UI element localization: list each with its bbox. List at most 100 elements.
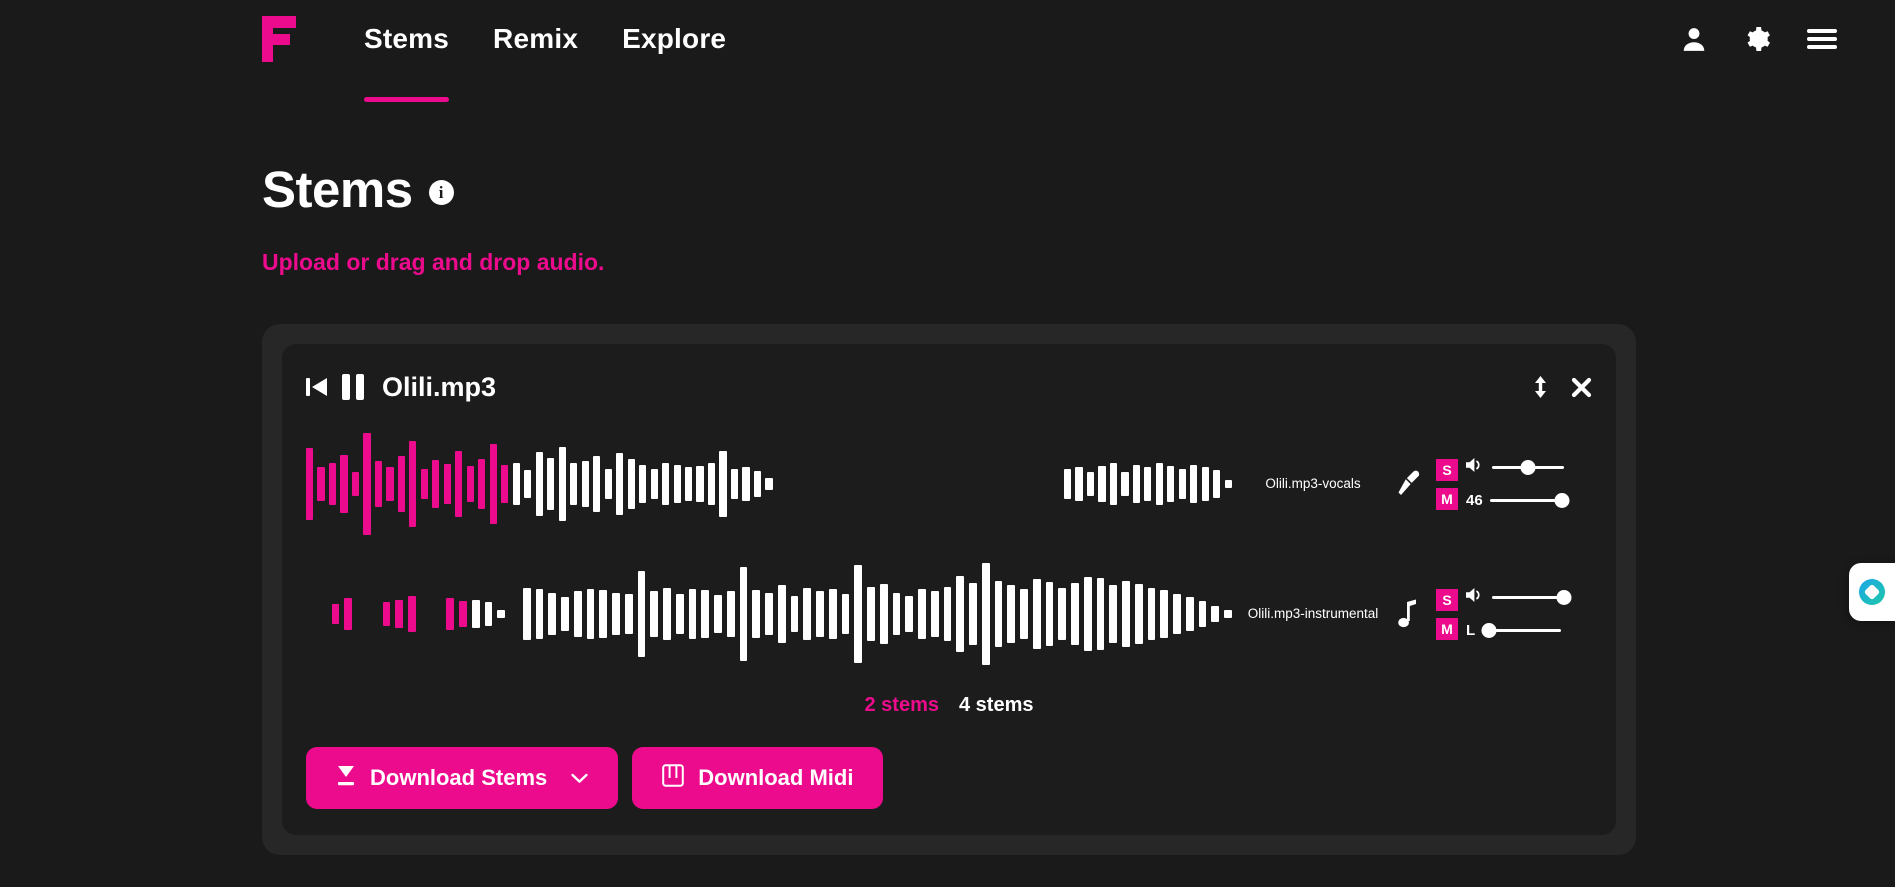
waveform-bar: [1071, 582, 1079, 646]
waveform-bar: [739, 567, 748, 661]
waveform-bar: [663, 587, 671, 641]
stem-count-option-2[interactable]: 2 stems: [865, 694, 940, 717]
info-icon[interactable]: i: [428, 180, 454, 205]
waveform-bar: [905, 596, 914, 632]
waveform-bar: [573, 591, 582, 637]
waveform-bar: [593, 456, 601, 512]
user-icon[interactable]: [1681, 25, 1707, 53]
hamburger-menu-icon[interactable]: [1807, 27, 1837, 51]
waveform-bar: [1167, 465, 1175, 503]
waveform-bar: [918, 588, 926, 640]
nav-label-explore: Explore: [622, 23, 727, 54]
upload-dropzone-text[interactable]: Upload or drag and drop audio.: [262, 249, 1895, 276]
waveform-bar: [1213, 470, 1221, 498]
gear-icon[interactable]: [1743, 25, 1771, 53]
download-stems-button[interactable]: Download Stems: [306, 747, 619, 809]
slider-group-vocals: 46: [1466, 456, 1570, 513]
pan-slider-thumb-instrumental[interactable]: [1481, 623, 1497, 638]
nav-item-explore[interactable]: Explore: [600, 0, 748, 78]
waveform-bar: [1185, 597, 1194, 631]
assistant-widget[interactable]: [1849, 563, 1895, 621]
waveform-bar: [547, 457, 555, 511]
waveform-bar: [892, 592, 901, 636]
solo-button-vocals[interactable]: S: [1436, 458, 1458, 481]
waveform-bar: [535, 452, 543, 516]
player-header: Olili.mp3: [306, 366, 1592, 408]
expand-vertical-icon[interactable]: [1532, 376, 1549, 398]
waveform-bar: [956, 575, 965, 653]
stem-name-instrumental: Olili.mp3-instrumental: [1247, 605, 1379, 621]
waveform-bar: [570, 462, 578, 506]
waveform-bar: [306, 447, 314, 521]
waveform-bar: [535, 588, 544, 640]
waveform-bar: [478, 459, 486, 509]
fadr-logo[interactable]: [262, 16, 296, 62]
waveform-bar: [382, 602, 391, 626]
pan-slider-vocals[interactable]: [1489, 492, 1570, 510]
waveform-bar: [828, 588, 837, 640]
logo-shape-vertical: [262, 16, 273, 62]
skip-back-icon[interactable]: [306, 375, 328, 399]
solo-mute-group-vocals: S M: [1436, 458, 1458, 510]
stem-count-option-4[interactable]: 4 stems: [959, 694, 1034, 717]
waveform-bar: [340, 454, 348, 514]
volume-slider-vocals[interactable]: [1492, 459, 1564, 477]
waveform-bar: [637, 571, 646, 657]
waveform-bar: [331, 604, 340, 624]
volume-slider-track-instrumental: [1492, 596, 1564, 599]
waveform-bar: [351, 471, 360, 497]
pan-slider-instrumental[interactable]: [1481, 622, 1561, 640]
solo-button-instrumental[interactable]: S: [1436, 588, 1458, 611]
track-file-name: Olili.mp3: [382, 371, 497, 402]
page-title: Stems: [262, 161, 413, 218]
waveform-bar: [1109, 463, 1118, 505]
nav-label-remix: Remix: [493, 23, 579, 54]
waveform-instrumental[interactable]: [306, 560, 1238, 668]
waveform-bar: [1190, 464, 1198, 504]
waveform-bar: [879, 584, 888, 644]
pause-bar-right: [356, 374, 364, 400]
waveform-bar: [730, 468, 739, 500]
nav-item-stems[interactable]: Stems: [342, 0, 471, 102]
volume-slider-thumb-vocals[interactable]: [1520, 460, 1536, 475]
download-midi-button[interactable]: Download Midi: [632, 747, 884, 809]
waveform-bar: [726, 591, 735, 637]
mute-button-vocals[interactable]: M: [1436, 487, 1458, 510]
speaker-icon: [1466, 456, 1485, 479]
waveform-bar: [409, 441, 417, 527]
pan-slider-thumb-vocals[interactable]: [1554, 493, 1570, 508]
waveform-bar: [816, 591, 824, 637]
waveform-bar: [719, 451, 727, 517]
stem-row-vocals: Olili.mp3-vocals S M 46: [306, 430, 1592, 538]
chevron-down-icon[interactable]: [571, 773, 588, 784]
waveform-vocals[interactable]: [306, 430, 1238, 538]
speaker-icon: [1466, 586, 1485, 609]
pause-bar-left: [342, 374, 350, 400]
waveform-bar: [662, 462, 670, 506]
waveform-bar: [777, 585, 786, 643]
waveform-bar: [765, 478, 773, 490]
pan-value-instrumental: L: [1466, 622, 1476, 639]
waveform-bar: [1173, 593, 1181, 635]
music-note-icon: [1388, 599, 1430, 629]
nav-item-remix[interactable]: Remix: [471, 0, 600, 78]
waveform-bar: [1083, 577, 1092, 651]
mute-button-instrumental[interactable]: M: [1436, 617, 1458, 640]
waveform-bar: [969, 582, 977, 646]
close-icon[interactable]: [1571, 377, 1592, 398]
waveform-bar: [930, 591, 939, 637]
waveform-bar: [581, 461, 589, 507]
waveform-bar: [558, 446, 566, 522]
waveform-bar: [624, 593, 633, 635]
pan-slider-track-vocals: [1489, 499, 1562, 502]
player-inner-card: Olili.mp3 Olili.mp3-vocals S M 46 Olili.…: [282, 344, 1616, 835]
waveform-bar: [1211, 605, 1220, 623]
waveform-bar: [363, 432, 371, 536]
pause-icon[interactable]: [342, 374, 364, 400]
waveform-bar: [561, 597, 569, 631]
waveform-bar: [854, 565, 863, 663]
waveform-bar: [701, 590, 710, 638]
volume-slider-thumb-instrumental[interactable]: [1556, 590, 1572, 605]
volume-slider-instrumental[interactable]: [1492, 589, 1572, 607]
active-tab-underline: [364, 97, 450, 102]
